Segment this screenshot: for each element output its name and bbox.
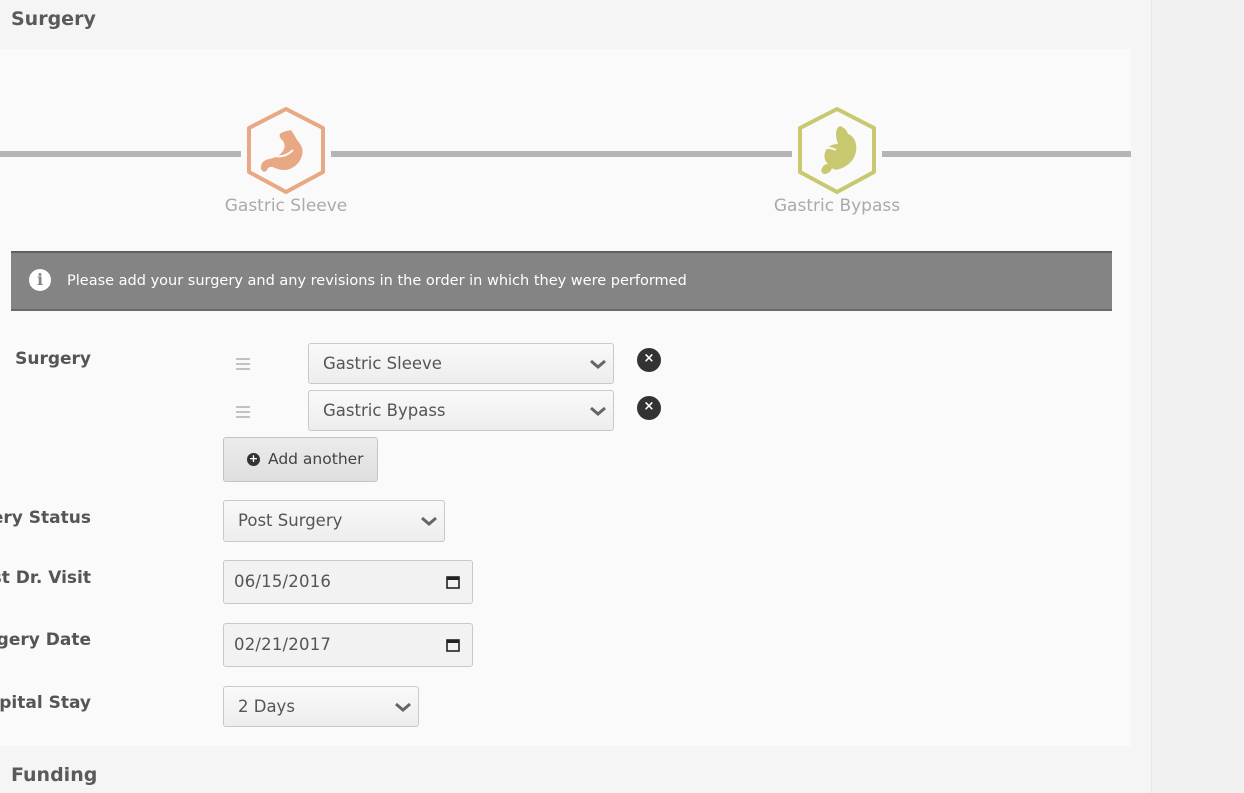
surgery-date-value: 02/21/2017	[234, 635, 332, 654]
surgery-select-2[interactable]: Gastric Bypass	[308, 390, 614, 431]
drag-handle-icon[interactable]	[236, 358, 250, 370]
stomach-bypass-icon	[798, 107, 876, 194]
hospital-stay-select[interactable]: 2 Days	[223, 686, 419, 727]
main-panel: Surgery Gastric Sleeve Gastric Bypass i …	[0, 0, 1131, 793]
info-banner: i Please add your surgery and any revisi…	[11, 251, 1112, 311]
calendar-icon[interactable]	[446, 575, 460, 589]
info-icon: i	[29, 269, 51, 291]
surgery-select-1[interactable]: Gastric Sleeve	[308, 343, 614, 384]
surgery-status-select[interactable]: Post Surgery	[223, 500, 445, 542]
hospital-stay-value: 2 Days	[238, 697, 295, 716]
chevron-down-icon	[590, 359, 606, 369]
timeline-node-gastric-sleeve[interactable]	[241, 106, 331, 196]
timeline-line-right	[882, 151, 1131, 157]
first-visit-date-input[interactable]: 06/15/2016	[223, 560, 473, 604]
chevron-down-icon	[395, 702, 411, 712]
funding-section-header[interactable]: Funding	[0, 746, 1131, 793]
calendar-icon[interactable]	[446, 638, 460, 652]
right-gutter	[1131, 0, 1151, 793]
hospital-stay-label: Hospital Stay	[0, 693, 91, 713]
remove-surgery-2-button[interactable]: ×	[637, 396, 661, 420]
timeline-line-left	[0, 151, 241, 157]
side-panel	[1151, 0, 1244, 793]
stomach-icon	[247, 107, 325, 194]
first-visit-date-value: 06/15/2016	[234, 572, 332, 591]
remove-surgery-1-button[interactable]: ×	[637, 348, 661, 372]
first-visit-label: First Dr. Visit	[0, 568, 91, 588]
surgery-date-input[interactable]: 02/21/2017	[223, 623, 473, 667]
add-another-label: Add another	[268, 450, 364, 468]
surgery-status-value: Post Surgery	[238, 511, 343, 530]
info-banner-text: Please add your surgery and any revision…	[67, 273, 687, 289]
surgery-section-header: Surgery	[0, 0, 1131, 49]
surgery-select-2-value: Gastric Bypass	[323, 401, 446, 420]
add-another-button[interactable]: + Add another	[223, 437, 378, 482]
surgery-status-label: Surgery Status	[0, 508, 91, 528]
surgery-section-title: Surgery	[11, 8, 96, 30]
surgery-select-1-value: Gastric Sleeve	[323, 354, 442, 373]
chevron-down-icon	[590, 406, 606, 416]
chevron-down-icon	[421, 516, 437, 526]
timeline-label-gastric-sleeve: Gastric Sleeve	[224, 196, 348, 216]
timeline-label-gastric-bypass: Gastric Bypass	[773, 196, 901, 216]
timeline-node-gastric-bypass[interactable]	[792, 106, 882, 196]
drag-handle-icon[interactable]	[236, 406, 250, 418]
surgery-label: Surgery	[15, 349, 91, 369]
plus-circle-icon: +	[247, 452, 260, 466]
funding-section-title: Funding	[11, 764, 98, 786]
timeline-line-middle	[331, 151, 792, 157]
surgery-date-label: Surgery Date	[0, 630, 91, 650]
